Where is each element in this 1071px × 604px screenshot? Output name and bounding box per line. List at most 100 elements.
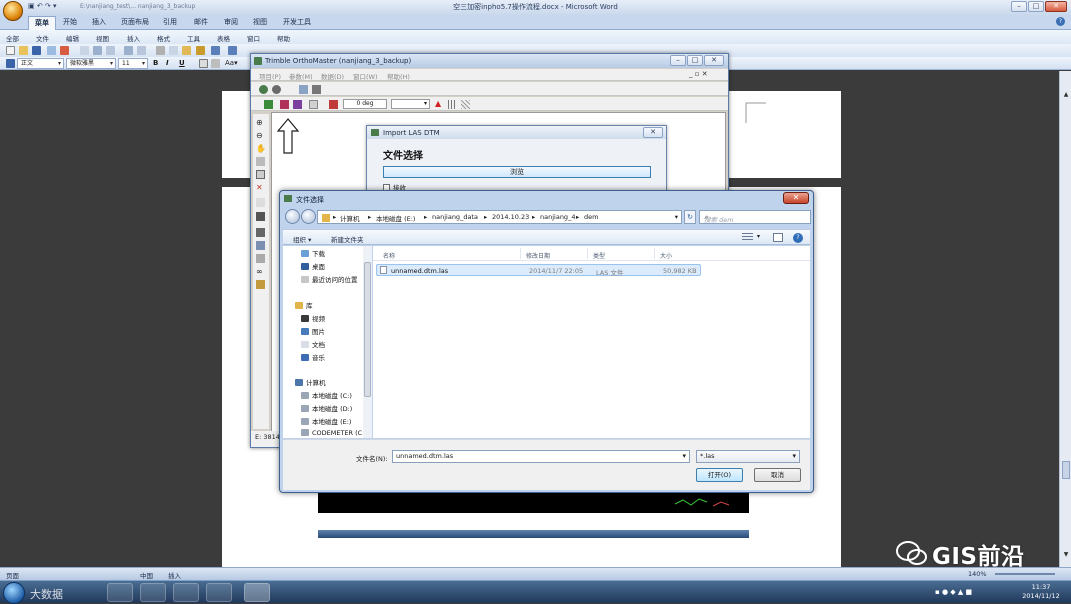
column-modified[interactable]: 修改日期 — [526, 251, 550, 260]
redo-icon[interactable] — [228, 46, 237, 55]
search-icon[interactable]: ⌕ — [704, 213, 807, 222]
pdf-icon[interactable] — [60, 46, 69, 55]
menu-all[interactable]: 全部 — [6, 33, 19, 43]
pan-hand-icon[interactable]: ✋ — [256, 144, 266, 153]
settings-icon[interactable] — [272, 85, 281, 94]
nav-item-codemeter[interactable]: CODEMETER (C — [301, 429, 362, 437]
vertical-scrollbar[interactable]: ▲ ▼ — [1059, 71, 1071, 567]
open-button[interactable]: 打开(O) — [696, 468, 743, 482]
mode-select[interactable]: ▾ — [391, 99, 430, 109]
taskbar-app-inpho[interactable] — [206, 583, 232, 602]
nav-item-recent[interactable]: 最近访问的位置 — [301, 274, 358, 284]
office-button[interactable] — [3, 1, 23, 21]
close-button[interactable]: ✕ — [1045, 1, 1067, 12]
organize-button[interactable]: 组织 ▾ — [293, 234, 311, 244]
zoom-full-icon[interactable] — [256, 170, 265, 179]
permission-icon[interactable] — [47, 46, 56, 55]
status-zoom[interactable]: 140% — [968, 570, 987, 578]
taskbar-clock[interactable]: 11:37 2014/11/12 — [1021, 583, 1061, 601]
menu-help[interactable]: 帮助 — [277, 33, 290, 43]
layers-tool-icon[interactable] — [256, 254, 265, 263]
tab-mailings[interactable]: 邮件 — [194, 17, 208, 27]
font-size-combo[interactable]: 11 — [118, 58, 148, 69]
column-name[interactable]: 名称 — [383, 251, 395, 260]
new-folder-button[interactable]: 新建文件夹 — [331, 234, 364, 244]
help-icon[interactable]: ? — [793, 233, 803, 243]
tab-home[interactable]: 开始 — [63, 17, 77, 27]
nav-item-pictures[interactable]: 图片 — [301, 326, 325, 336]
export-icon[interactable] — [312, 85, 321, 94]
menu-edit[interactable]: 编辑 — [66, 33, 79, 43]
nav-item-downloads[interactable]: 下载 — [301, 248, 325, 258]
scroll-up-arrow[interactable]: ▲ — [1060, 91, 1071, 101]
paste-icon[interactable] — [182, 46, 191, 55]
measure-icon[interactable] — [256, 198, 265, 207]
file-dialog-close-button[interactable]: ✕ — [783, 192, 809, 204]
mdi-window-controls[interactable]: _ ▫ ✕ — [689, 70, 708, 78]
menu-insert[interactable]: 插入 — [127, 33, 140, 43]
filename-input[interactable]: unnamed.dtm.las — [392, 450, 690, 463]
tie-point-icon[interactable] — [264, 100, 273, 109]
import-icon[interactable] — [299, 85, 308, 94]
tab-review[interactable]: 审阅 — [224, 17, 238, 27]
thesaurus-icon[interactable] — [137, 46, 146, 55]
nav-item-documents[interactable]: 文档 — [301, 339, 325, 349]
open-folder-icon[interactable] — [19, 46, 28, 55]
ortho-menu-window[interactable]: 窗口(W) — [353, 71, 378, 81]
nav-item-drive-c[interactable]: 本地磁盘 (C:) — [301, 390, 352, 400]
style-combo[interactable]: 正文 — [17, 58, 64, 69]
taskbar-app-folder[interactable] — [173, 583, 199, 602]
warning-icon[interactable]: ▲ — [435, 99, 441, 108]
grid-icon[interactable] — [309, 100, 318, 109]
spelling-icon[interactable] — [106, 46, 115, 55]
library-icon[interactable] — [256, 280, 265, 289]
save-icon[interactable] — [32, 46, 41, 55]
nav-item-drive-e[interactable]: 本地磁盘 (E:) — [301, 416, 351, 426]
copy-tool-icon[interactable] — [256, 241, 265, 250]
nav-item-drive-d[interactable]: 本地磁盘 (D:) — [301, 403, 352, 413]
delete-x-icon[interactable]: ✕ — [256, 183, 265, 192]
print-preview-icon[interactable] — [93, 46, 102, 55]
ortho-menu-data[interactable]: 数据(D) — [321, 71, 344, 81]
diagonal-icon[interactable] — [461, 100, 470, 109]
new-doc-icon[interactable] — [6, 46, 15, 55]
binoculars-icon[interactable]: ∞ — [256, 267, 265, 276]
tab-developer[interactable]: 开发工具 — [283, 17, 311, 27]
minimize-button[interactable]: – — [1011, 1, 1027, 12]
tab-page-layout[interactable]: 页面布局 — [121, 17, 149, 27]
address-bar[interactable]: ▸ 计算机 ▸ 本地磁盘 (E:) ▸ nanjiang_data ▸ 2014… — [317, 210, 682, 224]
menu-table[interactable]: 表格 — [217, 33, 230, 43]
change-case-button[interactable]: Aa▾ — [225, 59, 238, 67]
back-button[interactable] — [285, 209, 300, 224]
zoom-slider[interactable] — [995, 573, 1055, 575]
breadcrumb-computer[interactable]: 计算机 — [340, 213, 360, 223]
navigation-pane-scrollbar[interactable] — [363, 246, 372, 438]
mosaic-icon[interactable] — [293, 100, 302, 109]
nav-item-libraries[interactable]: 库 — [295, 300, 313, 310]
search-box[interactable]: 搜索 dem ⌕ — [699, 210, 811, 224]
tab-references[interactable]: 引用 — [163, 17, 177, 27]
zoom-out-icon[interactable]: ⊖ — [256, 131, 265, 140]
underline-button[interactable]: U — [179, 59, 185, 67]
tab-view[interactable]: 视图 — [253, 17, 267, 27]
zoom-box-icon[interactable] — [256, 157, 265, 166]
import-las-close-button[interactable]: ✕ — [643, 127, 663, 138]
print-icon[interactable] — [80, 46, 89, 55]
status-insert-mode[interactable]: 插入 — [168, 570, 181, 580]
tray-icons[interactable]: ▪ ● ◆ ▲ ■ — [935, 588, 972, 596]
ortho-close-button[interactable]: ✕ — [704, 55, 724, 66]
filetype-select[interactable]: *.las — [696, 450, 800, 463]
nav-item-videos[interactable]: 视频 — [301, 313, 325, 323]
breadcrumb-dem[interactable]: dem — [584, 213, 598, 221]
nav-scroll-thumb[interactable] — [364, 262, 371, 397]
copy-icon[interactable] — [169, 46, 178, 55]
record-icon[interactable] — [256, 212, 265, 221]
column-size[interactable]: 大小 — [660, 251, 672, 260]
view-dropdown-icon[interactable]: ▾ — [757, 233, 760, 240]
maximize-button[interactable]: □ — [1028, 1, 1044, 12]
rotate-icon[interactable] — [329, 100, 338, 109]
italic-button[interactable]: I — [166, 59, 169, 67]
address-dropdown-icon[interactable]: ▾ — [675, 213, 678, 221]
bold-button[interactable]: B — [153, 59, 158, 67]
project-icon[interactable] — [259, 85, 268, 94]
